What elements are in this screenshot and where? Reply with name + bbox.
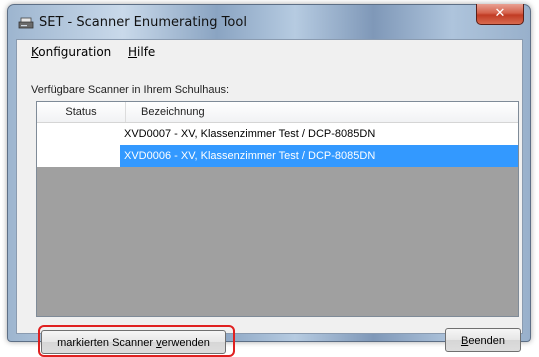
use-selected-scanner-button[interactable]: markierten Scanner verwenden [41, 330, 226, 354]
use-button-rest: erwenden [161, 337, 210, 349]
column-header-bezeichnung[interactable]: Bezeichnung [141, 102, 205, 122]
row-name: XVD0007 - XV, Klassenzimmer Test / DCP-8… [120, 123, 518, 145]
row-status [37, 123, 120, 145]
menu-hilfe-label: ilfe [137, 45, 156, 59]
list-header: Status Bezeichnung [37, 102, 518, 123]
scanner-list-label: Verfügbare Scanner in Ihrem Schulhaus: [31, 84, 230, 96]
quit-button-rest: eenden [468, 335, 506, 347]
menu-bar: Konfiguration Hilfe [17, 40, 522, 62]
list-item[interactable]: XVD0007 - XV, Klassenzimmer Test / DCP-8… [37, 123, 518, 145]
list-item-selected[interactable]: XVD0006 - XV, Klassenzimmer Test / DCP-8… [37, 145, 518, 167]
application-window: SET - Scanner Enumerating Tool ✕ Konfigu… [7, 4, 531, 357]
use-button-prefix: markierten Scanner [57, 337, 157, 349]
menu-konfiguration-label: onfiguration [38, 45, 112, 59]
menu-hilfe[interactable]: Hilfe [128, 45, 155, 59]
quit-button[interactable]: Beenden [445, 328, 521, 352]
close-icon: ✕ [494, 6, 506, 21]
scanner-list[interactable]: Status Bezeichnung XVD0007 - XV, Klassen… [36, 101, 519, 317]
row-status [37, 145, 120, 167]
window-title: SET - Scanner Enumerating Tool [39, 15, 247, 30]
scanner-app-icon [18, 17, 34, 29]
title-bar[interactable]: SET - Scanner Enumerating Tool ✕ [8, 4, 530, 39]
row-name: XVD0006 - XV, Klassenzimmer Test / DCP-8… [120, 145, 518, 167]
client-area: Konfiguration Hilfe Verfügbare Scanner i… [16, 39, 523, 357]
column-header-status[interactable]: Status [37, 102, 126, 122]
menu-hilfe-accel: H [128, 45, 138, 59]
close-button[interactable]: ✕ [476, 4, 524, 25]
menu-konfiguration[interactable]: Konfiguration [31, 45, 111, 59]
